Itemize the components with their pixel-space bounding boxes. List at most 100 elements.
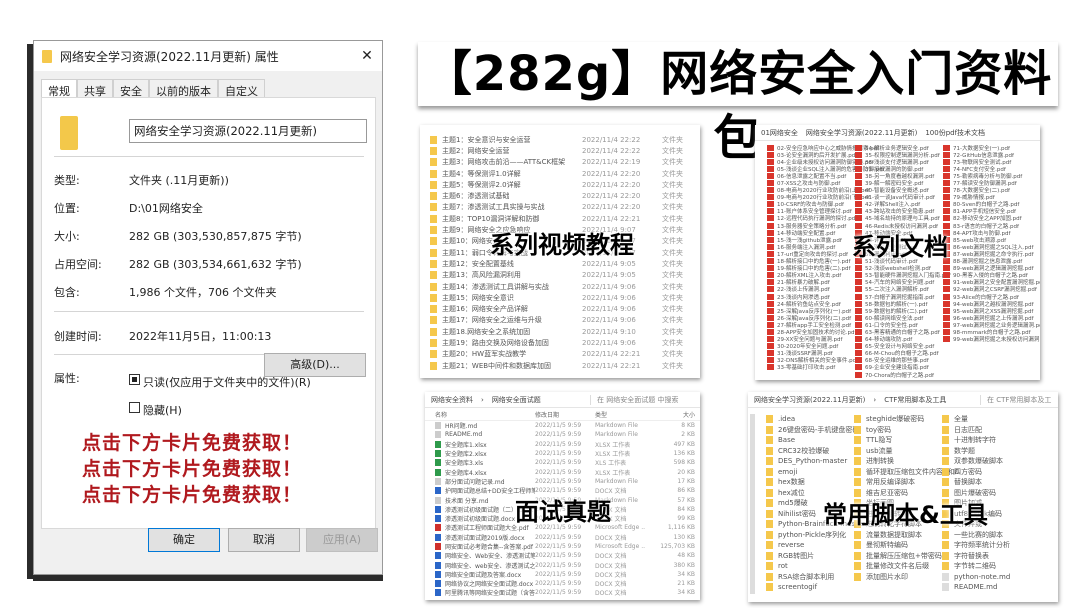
- list-item[interactable]: 主题6：渗透测试基础 2022/11/4 22:20 文件夹: [430, 190, 700, 201]
- pdf-icon: [943, 307, 950, 314]
- list-item[interactable]: 主题4：等保测评1.0详解 2022/11/4 22:20 文件夹: [430, 168, 700, 179]
- xls-file-icon: [435, 440, 441, 448]
- list-item[interactable]: emoji: [766, 467, 865, 478]
- table-row[interactable]: README.md 2022/11/5 9:59 Markdown File 2 KB: [435, 430, 700, 439]
- apply-button[interactable]: 应用(A): [306, 528, 378, 552]
- table-row[interactable]: 部分面试问题记录.md 2022/11/5 9:59 Markdown File 17…: [435, 477, 700, 486]
- list-item[interactable]: 四方密码: [942, 467, 1010, 478]
- column-header[interactable]: 名称: [435, 410, 535, 419]
- column-header[interactable]: 类型: [595, 410, 645, 419]
- list-item[interactable]: 日志匹配: [942, 425, 1010, 436]
- list-item[interactable]: RGB转图片: [766, 551, 865, 562]
- list-item[interactable]: 字符替换表: [942, 551, 1010, 562]
- list-item[interactable]: README.md: [942, 582, 1010, 593]
- table-row[interactable]: 渗透测试面试题2019版.docx 2022/11/5 9:59 DOCX 文档 13…: [435, 533, 700, 542]
- pdf-icon: [767, 187, 774, 194]
- list-item[interactable]: 字符频率统计分析: [942, 540, 1010, 551]
- table-row[interactable]: 网络安全、Web安全、渗透测试笔试总...2022/11/5 9:59 DOCX …: [435, 551, 700, 560]
- table-row[interactable]: 网安面试必考题合集--含答案.pdf 2022/11/5 9:59 Microsof…: [435, 542, 700, 551]
- list-item[interactable]: 主题20：HW蓝军实战教学 2022/11/4 22:21 文件夹: [430, 349, 700, 360]
- list-item[interactable]: RSA综合脚本利用: [766, 572, 865, 583]
- list-item[interactable]: .idea: [766, 414, 865, 425]
- checkbox-icon[interactable]: [129, 374, 140, 385]
- list-item[interactable]: 70-Chora的白帽子之路.pdf: [855, 371, 951, 379]
- list-item[interactable]: 主题1：安全意识与安全运营 2022/11/4 22:22 文件夹: [430, 134, 700, 145]
- list-item[interactable]: 数学题: [942, 446, 1010, 457]
- item-name: 主题8：TOP10漏洞详解和防御: [442, 214, 540, 223]
- list-item[interactable]: 主题19：路由交换及网络设备加固 2022/11/4 9:06 文件夹: [430, 337, 700, 348]
- column-header[interactable]: 大小: [645, 410, 695, 419]
- cancel-button[interactable]: 取消: [228, 528, 300, 552]
- hidden-checkbox[interactable]: 隐藏(H): [129, 402, 182, 418]
- list-item[interactable]: 主题17：网络安全之运维与升级 2022/11/4 9:06 文件夹: [430, 315, 700, 326]
- list-item[interactable]: 十进制转字符: [942, 435, 1010, 446]
- table-row[interactable]: HR问题.md 2022/11/5 9:59 Markdown File 8 KB: [435, 421, 700, 430]
- overlay-label: 系列视频教程: [490, 231, 634, 259]
- list-item[interactable]: 一些比赛的脚本: [942, 530, 1010, 541]
- list-item[interactable]: 主题14：渗透测试工具讲解与实战 2022/11/4 9:06 文件夹: [430, 281, 700, 292]
- list-item[interactable]: 主题16：网络安全产品详解 2022/11/4 9:06 文件夹: [430, 303, 700, 314]
- list-item[interactable]: 主题3：网络攻击前沿——ATT&CK框架 2022/11/4 22:19 文件夹: [430, 157, 700, 168]
- breadcrumb-item[interactable]: 网络安全学习资源(2022.11月更新): [754, 395, 865, 405]
- folder-icon: [766, 562, 773, 571]
- table-row[interactable]: 网络安全面试题及答案.docx 2022/11/5 9:59 DOCX 文档 34 K…: [435, 570, 700, 579]
- checkbox-icon[interactable]: [129, 402, 140, 413]
- table-row[interactable]: 安全题库3.xls 2022/11/5 9:59 XLS 工作表 598 KB: [435, 458, 700, 467]
- search-input[interactable]: 在 CTF常用脚本及工: [980, 394, 1058, 405]
- doc-file-icon: [435, 580, 441, 588]
- folder-icon: [854, 436, 861, 445]
- pdf-icon: [767, 158, 774, 165]
- pdf-icon: [767, 286, 774, 293]
- table-row[interactable]: 安全题库4.xlsx 2022/11/5 9:59 XLSX 工作表 20 KB: [435, 467, 700, 477]
- breadcrumb-item[interactable]: 网络安全学习资源(2022.11月更新): [806, 128, 917, 138]
- breadcrumb-item[interactable]: CTF常用脚本及工具: [884, 395, 946, 405]
- advanced-button[interactable]: 高级(D)...: [264, 353, 366, 377]
- list-item[interactable]: rot: [766, 561, 865, 572]
- list-item[interactable]: 主题21：WEB中间件和数据库加固 2022/11/4 22:21 文件夹: [430, 360, 700, 371]
- table-row[interactable]: 网络协议之网络安全面试题.docx 2022/11/5 9:59 DOCX 文档 21…: [435, 579, 700, 588]
- list-item[interactable]: 主题7：渗透测试工具实操与实战 2022/11/4 22:20 文件夹: [430, 202, 700, 213]
- list-item[interactable]: 26键盘密码-手机键盘密码: [766, 425, 865, 436]
- list-item[interactable]: 替换脚本: [942, 477, 1010, 488]
- list-item[interactable]: 主题2：网络安全运营 2022/11/4 22:22 文件夹: [430, 145, 700, 156]
- list-item[interactable]: 主题18.网络安全之系统加固 2022/11/4 9:10 文件夹: [430, 326, 700, 337]
- list-item[interactable]: 全量: [942, 414, 1010, 425]
- table-row[interactable]: 安全题库2.xlsx 2022/11/5 9:59 XLSX 工作表 136 KB: [435, 449, 700, 458]
- file-date: 2022/11/5 9:59: [535, 431, 582, 439]
- pdf-icon: [767, 321, 774, 328]
- list-item[interactable]: CRC32校验爆破: [766, 446, 865, 457]
- list-item[interactable]: DES_Python-master: [766, 456, 865, 467]
- list-item[interactable]: 字节转二维码: [942, 561, 1010, 572]
- list-item[interactable]: Base: [766, 435, 865, 446]
- breadcrumb-item[interactable]: 01网络安全: [761, 128, 798, 138]
- folder-icon: [766, 551, 773, 560]
- item-name: .idea: [778, 415, 796, 424]
- folder-icon: [430, 146, 437, 155]
- list-item[interactable]: screentogif: [766, 582, 865, 593]
- pdf-icon: [767, 314, 774, 321]
- table-row[interactable]: 网络安全、web安全、渗透测试之笔试总...2022/11/5 9:59 DOCX…: [435, 560, 700, 570]
- close-button[interactable]: ✕: [352, 48, 382, 64]
- scrollbar[interactable]: [750, 414, 755, 594]
- folder-icon: [766, 499, 773, 508]
- list-item[interactable]: python-Pickle序列化: [766, 530, 865, 541]
- list-item[interactable]: 主题15：网络安全意识 2022/11/4 9:06 文件夹: [430, 292, 700, 303]
- breadcrumb-item[interactable]: 100份pdf技术文档: [925, 128, 985, 138]
- breadcrumb-item[interactable]: 网络安全面试题: [492, 395, 541, 405]
- list-item[interactable]: 主题8：TOP10漏洞详解和防御 2022/11/4 22:21 文件夹: [430, 213, 700, 224]
- column-header[interactable]: 修改日期: [535, 410, 595, 419]
- breadcrumb-item[interactable]: 网络安全资料: [431, 395, 473, 405]
- file-type: XLS 工作表: [595, 460, 627, 468]
- list-item[interactable]: 主题5：等保测评2.0详解 2022/11/4 22:20 文件夹: [430, 179, 700, 190]
- folder-name-input[interactable]: 网络安全学习资源(2022.11月更新): [129, 119, 367, 143]
- list-item[interactable]: python-note.md: [942, 572, 1010, 583]
- table-row[interactable]: 阿里腾讯等网络安全面试题（含答案）...2022/11/5 9:59 DOCX 文…: [435, 588, 700, 597]
- ok-button[interactable]: 确定: [148, 528, 220, 552]
- search-input[interactable]: 在 网络安全面试题 中搜索: [590, 394, 700, 405]
- table-row[interactable]: 安全题库1.xlsx 2022/11/5 9:59 XLSX 工作表 497 KB: [435, 440, 700, 449]
- list-item[interactable]: reverse: [766, 540, 865, 551]
- list-item[interactable]: 99-web漏洞挖掘之未授权访问漏洞.pdf: [943, 336, 1040, 343]
- list-item[interactable]: 主题13：高风险漏洞利用 2022/11/4 9:05 文件夹: [430, 270, 700, 281]
- list-item[interactable]: 双参数爆破脚本: [942, 456, 1010, 467]
- list-item[interactable]: hex数据: [766, 477, 865, 488]
